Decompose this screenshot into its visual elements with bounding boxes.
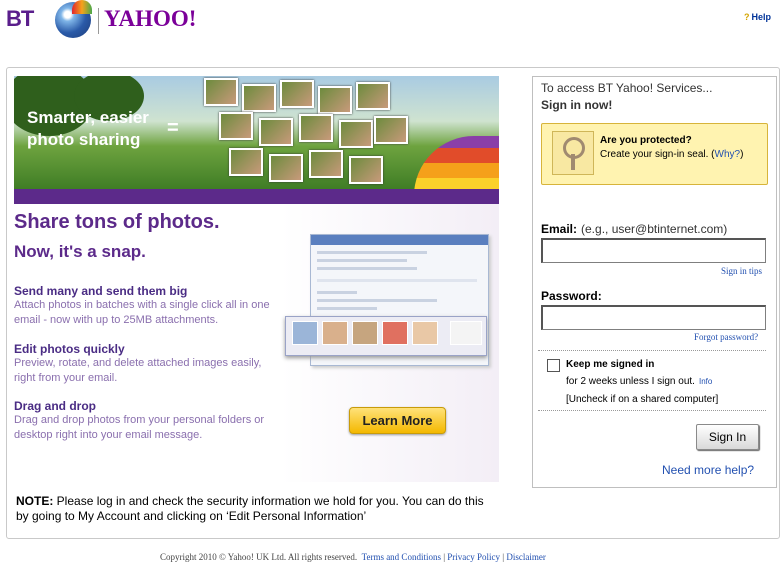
note-label: NOTE: (16, 494, 54, 508)
promo-headline: Share tons of photos. (14, 211, 220, 233)
sign-in-tips-link[interactable]: Sign in tips (721, 266, 762, 276)
keep-signed-in-warning: [Uncheck if on a shared computer] (566, 394, 719, 405)
divider (538, 410, 766, 411)
banner-photo (349, 156, 383, 184)
screenshot-line (317, 267, 417, 270)
feature-desc: desktop right into your email message. (14, 429, 203, 441)
copyright-text: Copyright 2010 © Yahoo! UK Ltd. All righ… (160, 552, 358, 562)
feature-drag: Drag and drop Drag and drop photos from … (14, 399, 264, 443)
feature-desc: right from your email. (14, 372, 118, 384)
promo-subheadline: Now, it's a snap. (14, 242, 146, 261)
bt-globe-cap-icon (72, 0, 92, 14)
password-label: Password: (541, 289, 602, 303)
banner-photo (299, 114, 333, 142)
screenshot-line (317, 299, 437, 302)
screenshot-line (317, 307, 377, 310)
email-label: Email: (541, 222, 578, 236)
seal-text-body: Create your sign-in seal. ( (600, 149, 715, 160)
divider (538, 350, 766, 351)
info-link[interactable]: Info (699, 377, 712, 386)
email-field[interactable] (541, 238, 766, 263)
thumbnail (322, 321, 348, 345)
feature-desc: email - now with up to 25MB attachments. (14, 314, 219, 326)
screenshot-line (317, 291, 357, 294)
keep-signed-in-detail: for 2 weeks unless I sign out. Info (566, 376, 712, 387)
footer: Copyright 2010 © Yahoo! UK Ltd. All righ… (160, 552, 546, 562)
feature-edit: Edit photos quickly Preview, rotate, and… (14, 342, 261, 386)
help-link[interactable]: ? Help (744, 12, 771, 22)
seal-why-link[interactable]: Why? (715, 149, 741, 160)
password-field[interactable] (541, 305, 766, 330)
help-label: Help (751, 12, 772, 22)
keep-signed-in-checkbox[interactable] (547, 359, 560, 372)
thumbnail (412, 321, 438, 345)
learn-more-button[interactable]: Learn More (349, 407, 446, 434)
screenshot-toolbar (311, 235, 488, 245)
feature-send: Send many and send them big Attach photo… (14, 284, 270, 328)
feature-desc: Preview, rotate, and delete attached ima… (14, 357, 262, 369)
feature-desc: Attach photos in batches with a single c… (14, 299, 270, 311)
access-text: To access BT Yahoo! Services... (541, 81, 713, 95)
help-icon: ? (744, 12, 750, 22)
sign-in-button[interactable]: Sign In (696, 424, 759, 450)
banner-photo (356, 82, 390, 110)
banner-equals: = (167, 117, 179, 139)
seal-text-close: ) (740, 149, 744, 160)
banner-photo (242, 84, 276, 112)
screenshot-line (317, 279, 477, 282)
banner-photo (229, 148, 263, 176)
seal-text: Create your sign-in seal. (Why?) (600, 149, 743, 160)
yahoo-logo: YAHOO! (104, 6, 197, 31)
banner-photo (309, 150, 343, 178)
thumbnail (382, 321, 408, 345)
thumbnail (292, 321, 318, 345)
bt-logo: BT (6, 6, 34, 31)
rainbow-swoosh (414, 136, 499, 189)
seal-title: Are you protected? (600, 135, 692, 146)
banner-photo (280, 80, 314, 108)
need-more-help-link[interactable]: Need more help? (662, 463, 754, 477)
screenshot-line (317, 251, 427, 254)
disclaimer-link[interactable]: Disclaimer (506, 552, 546, 562)
terms-link[interactable]: Terms and Conditions (362, 552, 441, 562)
banner-headline: Smarter, easier photo sharing (27, 107, 149, 151)
privacy-link[interactable]: Privacy Policy (447, 552, 500, 562)
feature-desc: Drag and drop photos from your personal … (14, 414, 265, 426)
banner-purple-bar (14, 189, 499, 204)
keep-line-1: for 2 weeks unless I sign out. (566, 376, 695, 387)
banner-photo (374, 116, 408, 144)
keep-signed-in-label: Keep me signed in (566, 359, 655, 370)
screenshot-line (317, 259, 407, 262)
banner-line-2: photo sharing (27, 130, 141, 149)
forgot-password-link[interactable]: Forgot password? (694, 332, 758, 342)
banner-photo (318, 86, 352, 114)
banner-photo (339, 120, 373, 148)
banner-photo (204, 78, 238, 106)
feature-title: Send many and send them big (14, 284, 188, 298)
sign-in-now-heading: Sign in now! (541, 98, 613, 112)
photo-thumbnails-strip (285, 316, 487, 356)
thumbnail (352, 321, 378, 345)
email-example: (e.g., user@btinternet.com) (581, 222, 728, 236)
banner-photo (259, 118, 293, 146)
banner-photo (219, 112, 253, 140)
thumbnail (450, 321, 482, 345)
banner-photo (269, 154, 303, 182)
banner-line-1: Smarter, easier (27, 108, 149, 127)
note-text: Please log in and check the security inf… (16, 494, 484, 523)
key-icon (552, 131, 594, 175)
feature-title: Drag and drop (14, 399, 97, 413)
logo-divider (98, 8, 99, 34)
feature-title: Edit photos quickly (14, 342, 125, 356)
security-note: NOTE: Please log in and check the securi… (16, 494, 496, 524)
email-label-row: Email: (e.g., user@btinternet.com) (541, 222, 727, 236)
